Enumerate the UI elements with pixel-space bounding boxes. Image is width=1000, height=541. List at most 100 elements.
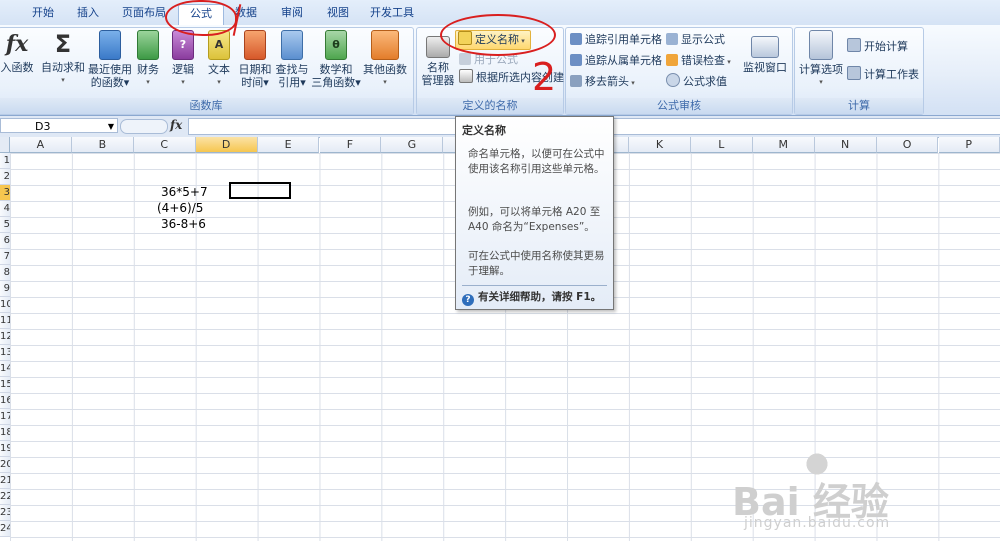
calculator-icon xyxy=(809,30,833,60)
row-header-16[interactable]: 16 xyxy=(0,393,10,409)
tooltip-help: ? 有关详细帮助，请按 F1。 xyxy=(462,290,601,306)
evaluate-formula-button[interactable]: 公式求值 xyxy=(666,73,727,91)
row-header-4[interactable]: 4 xyxy=(0,201,10,217)
annotation-number-two: 2 xyxy=(532,55,557,99)
row-header-19[interactable]: 19 xyxy=(0,441,10,457)
error-checking-button[interactable]: 错误检查 ▾ xyxy=(666,52,731,70)
cell-c3[interactable]: 36*5+7 xyxy=(161,184,208,200)
calculation-options-dropdown: ▾ xyxy=(819,78,823,86)
column-header-e[interactable]: E xyxy=(257,137,320,153)
row-header-6[interactable]: 6 xyxy=(0,233,10,249)
watch-window-button[interactable]: 监视窗口 xyxy=(740,36,790,74)
name-box[interactable]: D3 ▼ xyxy=(0,118,118,133)
column-header-k[interactable]: K xyxy=(629,137,691,153)
formula-bar-collapse-handle[interactable] xyxy=(120,119,168,134)
text-dropdown: ▾ xyxy=(217,78,221,86)
row-header-1[interactable]: 1 xyxy=(0,153,10,169)
book-star-icon xyxy=(99,30,121,60)
show-formulas-button[interactable]: 显示公式 xyxy=(666,31,725,49)
fx-icon: fx xyxy=(5,31,29,57)
column-header-a[interactable]: A xyxy=(10,137,72,153)
row-header-2[interactable]: 2 xyxy=(0,169,10,185)
group-label-defined-names: 定义的名称 xyxy=(417,98,563,114)
calculate-now-label: 开始计算 xyxy=(864,40,908,53)
trace-precedents-icon xyxy=(570,33,582,45)
row-header-14[interactable]: 14 xyxy=(0,361,10,377)
name-box-value: D3 xyxy=(35,120,51,133)
column-header-g[interactable]: G xyxy=(381,137,444,153)
tab-home[interactable]: 开始 xyxy=(20,4,66,24)
remove-arrows-button[interactable]: 移去箭头 ▾ xyxy=(570,73,635,91)
row-header-13[interactable]: 13 xyxy=(0,345,10,361)
tab-developer[interactable]: 开发工具 xyxy=(362,4,422,24)
column-header-o[interactable]: O xyxy=(876,137,939,153)
row-header-11[interactable]: 11 xyxy=(0,313,10,329)
column-header-b[interactable]: B xyxy=(71,137,134,153)
calculate-sheet-label: 计算工作表 xyxy=(864,68,919,81)
row-header-5[interactable]: 5 xyxy=(0,217,10,233)
calculation-options-button[interactable]: 计算选项 ▾ xyxy=(797,30,845,89)
text-label: 文本 xyxy=(208,63,230,76)
row-header-21[interactable]: 21 xyxy=(0,473,10,489)
insert-function-button[interactable]: fx 入函数 xyxy=(0,30,35,74)
calculate-sheet-button[interactable]: 计算工作表 xyxy=(847,66,919,84)
row-header-3[interactable]: 3 xyxy=(0,185,10,201)
more-functions-button[interactable]: 其他函数 ▾ xyxy=(361,30,409,89)
financial-button[interactable]: 财务 ▾ xyxy=(133,30,163,89)
group-label-formula-auditing: 公式审核 xyxy=(566,98,792,114)
text-button[interactable]: A 文本 ▾ xyxy=(203,30,235,89)
row-header-10[interactable]: 10 xyxy=(0,297,10,313)
column-header-p[interactable]: P xyxy=(938,137,1000,153)
calculate-now-button[interactable]: 开始计算 xyxy=(847,38,908,56)
select-all-corner[interactable] xyxy=(0,137,10,153)
trace-precedents-button[interactable]: 追踪引用单元格 xyxy=(570,31,662,49)
row-header-9[interactable]: 9 xyxy=(0,281,10,297)
trace-dependents-label: 追踪从属单元格 xyxy=(585,54,662,67)
tab-view[interactable]: 视图 xyxy=(320,4,356,24)
insert-function-fx-button[interactable]: fx xyxy=(170,118,184,134)
column-header-l[interactable]: L xyxy=(690,137,753,153)
logical-button[interactable]: ? 逻辑 ▾ xyxy=(167,30,199,89)
column-header-d[interactable]: D xyxy=(195,137,258,153)
column-header-f[interactable]: F xyxy=(319,137,382,153)
autosum-button[interactable]: Σ 自动求和 ▾ xyxy=(41,30,85,87)
trace-dependents-icon xyxy=(570,54,582,66)
cell-c4[interactable]: (4+6)/5 xyxy=(157,200,203,216)
lookup-reference-button[interactable]: 查找与 引用▾ xyxy=(273,30,311,89)
logical-dropdown: ▾ xyxy=(181,78,185,86)
math-trig-button[interactable]: θ 数学和 三角函数▾ xyxy=(311,30,361,89)
column-header-m[interactable]: M xyxy=(752,137,815,153)
row-header-22[interactable]: 22 xyxy=(0,489,10,505)
tooltip-description: 命名单元格，以便可在公式中使用该名称引用这些单元格。 xyxy=(468,148,605,175)
autosum-label: 自动求和 xyxy=(41,61,85,74)
calculation-options-label: 计算选项 xyxy=(799,63,843,76)
remove-arrows-label: 移去箭头 xyxy=(585,75,629,88)
tab-review[interactable]: 审阅 xyxy=(274,4,310,24)
tab-insert[interactable]: 插入 xyxy=(68,4,108,24)
recent-functions-button[interactable]: 最近使用 的函数▾ xyxy=(87,30,133,89)
financial-book-icon xyxy=(137,30,159,60)
trace-dependents-button[interactable]: 追踪从属单元格 xyxy=(570,52,662,70)
row-header-17[interactable]: 17 xyxy=(0,409,10,425)
watermark-url: jingyan.baidu.com xyxy=(744,515,891,531)
row-header-7[interactable]: 7 xyxy=(0,249,10,265)
financial-dropdown: ▾ xyxy=(146,78,150,86)
column-header-c[interactable]: C xyxy=(133,137,196,153)
row-header-15[interactable]: 15 xyxy=(0,377,10,393)
row-header-20[interactable]: 20 xyxy=(0,457,10,473)
row-header-18[interactable]: 18 xyxy=(0,425,10,441)
column-header-n[interactable]: N xyxy=(814,137,877,153)
calculate-now-icon xyxy=(847,38,861,52)
cell-c5[interactable]: 36-8+6 xyxy=(161,216,206,232)
row-header-8[interactable]: 8 xyxy=(0,265,10,281)
datetime-button[interactable]: 日期和 时间▾ xyxy=(237,30,273,89)
trace-precedents-label: 追踪引用单元格 xyxy=(585,33,662,46)
theta-book-icon: θ xyxy=(325,30,347,60)
row-header-12[interactable]: 12 xyxy=(0,329,10,345)
calendar-book-icon xyxy=(244,30,266,60)
remove-arrows-dropdown-icon: ▾ xyxy=(629,79,635,87)
row-header-23[interactable]: 23 xyxy=(0,505,10,521)
use-in-formula-icon xyxy=(459,53,471,65)
row-header-24[interactable]: 24 xyxy=(0,521,10,537)
active-cell-d3[interactable] xyxy=(229,182,291,199)
